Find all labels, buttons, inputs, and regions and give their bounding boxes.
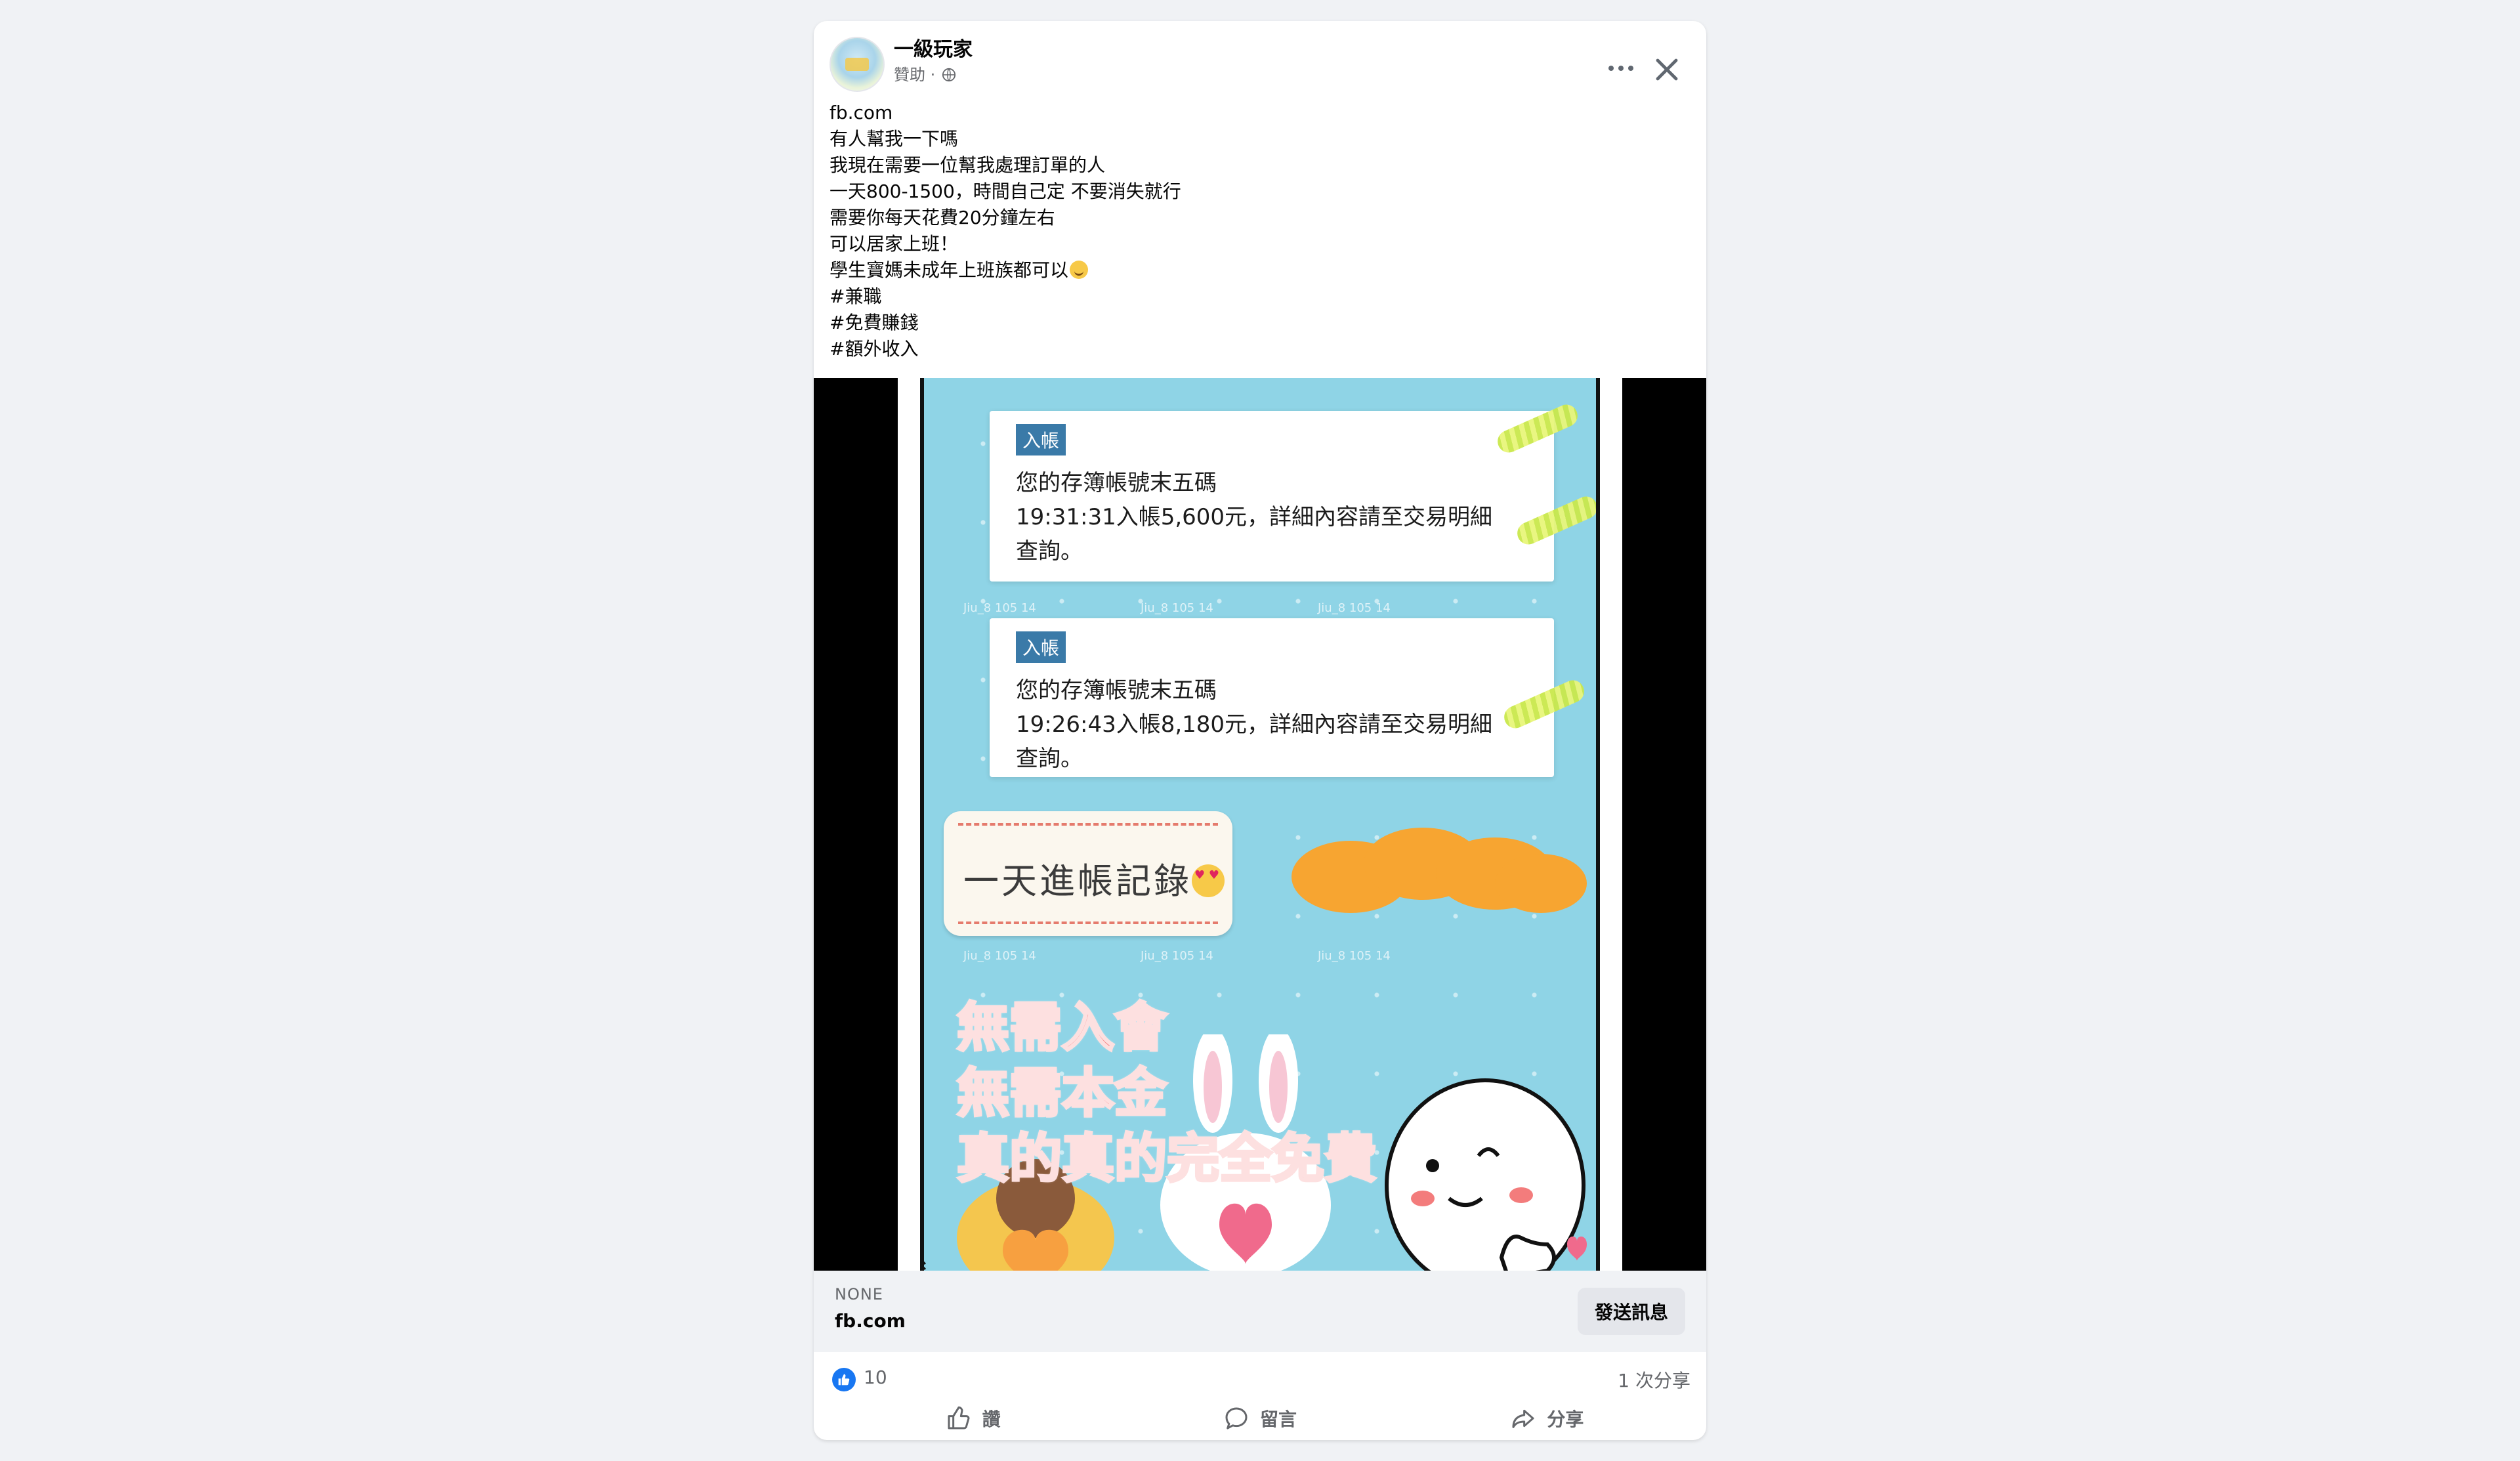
income-record-sticker: 一天進帳記錄 [944,811,1232,936]
page-name[interactable]: 一級玩家 [894,37,973,63]
deposit-notice: 入帳 您的存簿帳號末五碼 19:31:31入帳5,600元，詳細內容請至交易明細… [990,411,1554,582]
watermark: Jiu_8 105 14 [1141,949,1213,963]
link-domain[interactable]: fb.com [835,1310,906,1332]
promo-line: 無需本金 [956,1061,1168,1125]
page-avatar[interactable] [830,37,885,92]
deposit-notice: 入帳 您的存簿帳號末五碼 19:26:43入帳8,180元，詳細內容請至交易明細… [990,618,1554,777]
notice-tag: 入帳 [1016,424,1066,455]
watermark: Jiu_8 105 14 [963,601,1036,615]
avatar-mark [845,58,869,71]
link-preview-bar[interactable]: NONE fb.com 發送訊息 [814,1271,1706,1352]
screenshot-frame: Jiu_8 105 14 Jiu_8 105 14 Jiu_8 105 14 J… [898,378,1622,1271]
notice-line: 您的存簿帳號末五碼 [1016,470,1217,496]
like-count[interactable]: 10 [864,1366,887,1388]
like-button[interactable]: 讚 [830,1397,1116,1440]
share-button[interactable]: 分享 [1404,1397,1690,1440]
post-header: 一級玩家 贊助 · [814,21,1706,100]
notice-line: 您的存簿帳號末五碼 [1016,677,1217,704]
orange-cloud-decoration [1292,828,1587,913]
link-caption: NONE [835,1285,883,1303]
hashtag-link[interactable]: #兼職 [830,284,1683,310]
notice-line: 19:31:31入帳5,600元，詳細內容請至交易明細 [1016,504,1493,530]
hashtag-link[interactable]: #免費賺錢 [830,310,1683,336]
ad-post-card: 一級玩家 贊助 · fb.com 有人幫我一下嗎 我現在需要一位幫我處理訂單的人… [814,21,1706,1440]
promo-text: 無需入會 無需本金 真的真的完全免費 [956,995,1378,1192]
record-label-text: 一天進帳記錄 [963,860,1192,902]
post-text-line: 一天800-1500，時間自己定 不要消失就行 [830,180,1181,202]
notice-tag: 入帳 [1016,631,1066,663]
action-bar: 讚 留言 分享 [830,1397,1690,1440]
share-label: 分享 [1547,1408,1584,1430]
watermark: Jiu_8 105 14 [1318,949,1391,963]
notice-line: 查詢。 [1016,746,1083,772]
notice-line: 19:26:43入帳8,180元，詳細內容請至交易明細 [1016,711,1493,738]
chevrons-up-icon [924,1261,927,1271]
screenshot-screen: Jiu_8 105 14 Jiu_8 105 14 Jiu_8 105 14 J… [920,378,1600,1271]
record-label: 一天進帳記錄 [963,852,1225,904]
post-text-line-content: 學生寶媽未成年上班族都可以 [830,259,1069,281]
post-text-line: 學生寶媽未成年上班族都可以 [830,257,1683,284]
more-icon [1608,66,1614,71]
comment-label: 留言 [1259,1408,1297,1430]
post-text: fb.com 有人幫我一下嗎 我現在需要一位幫我處理訂單的人 一天800-150… [830,100,1683,362]
hashtag-link[interactable]: #額外收入 [830,336,1683,362]
share-count[interactable]: 1 次分享 [1618,1366,1690,1393]
globe-icon [942,68,956,82]
promo-line: 無需入會 [956,996,1168,1059]
like-label: 讚 [982,1408,1001,1430]
smile-emoji-icon [1070,261,1089,279]
watermark: Jiu_8 105 14 [1318,601,1391,615]
post-text-line: 我現在需要一位幫我處理訂單的人 [830,154,1106,176]
watermark: Jiu_8 105 14 [1141,601,1213,615]
comment-icon [1225,1407,1248,1429]
like-icon [948,1406,970,1429]
post-text-line: 有人幫我一下嗎 [830,128,959,150]
send-message-button[interactable]: 發送訊息 [1577,1288,1685,1335]
thinking-character-illustration [1385,1078,1587,1271]
heart-eyes-emoji-icon [1192,864,1225,897]
comment-button[interactable]: 留言 [1116,1397,1403,1440]
notice-line: 查詢。 [1016,538,1083,564]
promo-line: 真的真的完全免費 [956,1127,1378,1191]
post-meta: 贊助 · [894,64,956,85]
close-icon[interactable] [1651,54,1683,85]
share-icon [1512,1409,1534,1428]
watermark: Jiu_8 105 14 [963,949,1036,963]
post-text-line: 需要你每天花費20分鐘左右 [830,207,1055,228]
thumbs-up-icon [838,1374,850,1386]
post-image[interactable]: Jiu_8 105 14 Jiu_8 105 14 Jiu_8 105 14 J… [814,378,1706,1271]
post-stats: 10 1 次分享 [814,1352,1706,1397]
post-text-line: 可以居家上班！ [830,233,959,255]
sponsored-label[interactable]: 贊助 · [894,64,935,85]
post-text-line: fb.com [830,102,893,123]
more-options-button[interactable] [1601,55,1641,81]
like-reaction-icon[interactable] [832,1368,856,1391]
